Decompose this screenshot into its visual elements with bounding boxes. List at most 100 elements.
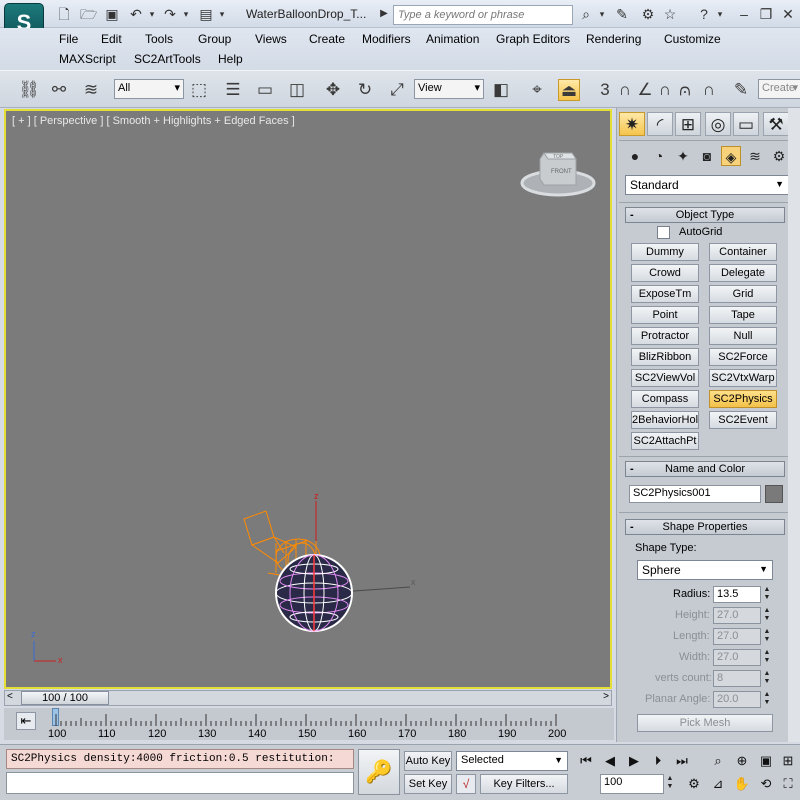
maxscript-mini-listener-output[interactable]: SC2Physics density:4000 friction:0.5 res… (6, 749, 354, 769)
menu-maxscript[interactable]: MAXScript (59, 52, 116, 66)
time-slider-prev-icon[interactable]: < (7, 691, 13, 702)
search-input[interactable]: Type a keyword or phrase (393, 5, 573, 25)
help-icon[interactable]: ? (696, 6, 712, 22)
percent-snap-magnet-icon[interactable]: ∩ (654, 79, 676, 101)
restore-icon[interactable]: ❐ (758, 6, 774, 22)
width-spinner[interactable]: 27.0 (713, 649, 761, 666)
zoom-icon[interactable]: ⌕ (708, 751, 728, 771)
unlink-icon[interactable]: ⚯ (48, 79, 70, 101)
pivot-center-icon[interactable]: ◧ (490, 79, 512, 101)
menu-views[interactable]: Views (255, 32, 287, 46)
zoom-all-icon[interactable]: ⊕ (732, 751, 752, 771)
maximize-viewport-icon[interactable]: ⛶ (778, 774, 798, 794)
pick-mesh-button[interactable]: Pick Mesh (637, 714, 773, 732)
undo-dropdown-icon[interactable]: ▾ (148, 6, 156, 22)
help-dropdown-icon[interactable]: ▾ (716, 6, 724, 22)
create-selection-set-input[interactable]: Create (758, 79, 800, 99)
menu-create[interactable]: Create (309, 32, 345, 46)
menu-modifiers[interactable]: Modifiers (362, 32, 411, 46)
minimize-icon[interactable]: – (736, 6, 752, 22)
new-file-icon[interactable]: 🗋 (56, 6, 72, 22)
binoculars-icon[interactable]: ⌕ (578, 6, 594, 22)
motion-tab-icon[interactable]: ◎ (705, 112, 731, 136)
frame-spinner-arrows-icon[interactable]: ▲ ▼ (665, 775, 675, 792)
set-keys-key-icon[interactable]: 🔑 (358, 749, 400, 795)
zoom-extents-all-icon[interactable]: ⊞ (778, 751, 798, 771)
geometry-icon[interactable]: ● (625, 146, 645, 166)
field-of-view-icon[interactable]: ⊿ (708, 774, 728, 794)
percent-snap-icon[interactable]: ∠ (634, 79, 656, 101)
scale-icon[interactable]: ⤢ (386, 79, 408, 101)
delegate-button[interactable]: Delegate (709, 264, 777, 282)
project-folder-icon[interactable]: ▤ (198, 6, 214, 22)
cameras-icon[interactable]: ◙ (697, 146, 717, 166)
utilities-tab-icon[interactable]: ⚒ (763, 112, 789, 136)
save-icon[interactable]: ▣ (104, 6, 120, 22)
open-folder-icon[interactable]: 🗁 (80, 6, 97, 22)
point-button[interactable]: Point (631, 306, 699, 324)
track-bar[interactable]: ⇤ 100 110 120 130 140 150 160 170 180 19… (4, 708, 614, 740)
sc2event-button[interactable]: SC2Event (709, 411, 777, 429)
select-object-icon[interactable]: ⬚ (188, 79, 210, 101)
shape-type-dropdown[interactable]: Sphere (637, 560, 773, 580)
sc2attachpt-button[interactable]: SC2AttachPt (631, 432, 699, 450)
spinner-snap-icon[interactable]: ⩀ (674, 79, 696, 101)
bind-space-warp-icon[interactable]: ≋ (80, 79, 102, 101)
modify-tab-icon[interactable]: ◜ (647, 112, 673, 136)
zoom-extents-icon[interactable]: ▣ (756, 751, 776, 771)
project-dropdown-icon[interactable]: ▾ (218, 6, 226, 22)
height-spinner[interactable]: 27.0 (713, 607, 761, 624)
object-type-rollout-header[interactable]: - Object Type (625, 207, 785, 223)
tape-button[interactable]: Tape (709, 306, 777, 324)
menu-animation[interactable]: Animation (426, 32, 479, 46)
snaps-toggle-icon[interactable]: 3 (594, 79, 616, 101)
select-by-name-icon[interactable]: ☰ (222, 79, 244, 101)
spinner-snap-magnet-icon[interactable]: ∩ (698, 79, 720, 101)
autogrid-checkbox[interactable] (657, 226, 670, 239)
verts-count-spinner-arrows-icon[interactable]: ▲ ▼ (762, 670, 772, 687)
edit-named-selection-icon[interactable]: ✎ (730, 79, 752, 101)
redo-dropdown-icon[interactable]: ▾ (182, 6, 190, 22)
default-in-out-tangents-icon[interactable]: √ (456, 774, 476, 794)
time-slider-thumb[interactable]: 100 / 100 (21, 691, 109, 705)
communication-center-icon[interactable]: ⚙ (640, 6, 656, 22)
go-to-start-icon[interactable]: ⏮ (576, 751, 596, 771)
command-panel-scrollbar[interactable] (788, 108, 800, 742)
go-to-end-icon[interactable]: ⏭ (672, 751, 692, 771)
display-tab-icon[interactable]: ▭ (733, 112, 759, 136)
menu-file[interactable]: File (59, 32, 78, 46)
create-tab-icon[interactable]: ✷ (619, 112, 645, 136)
length-spinner[interactable]: 27.0 (713, 628, 761, 645)
name-and-color-rollout-header[interactable]: - Name and Color (625, 461, 785, 477)
object-name-input[interactable]: SC2Physics001 (629, 485, 761, 503)
sc2force-button[interactable]: SC2Force (709, 348, 777, 366)
menu-rendering[interactable]: Rendering (586, 32, 641, 46)
time-configuration-icon[interactable]: ⚙ (684, 774, 704, 794)
close-icon[interactable]: ✕ (780, 6, 796, 22)
set-key-button[interactable]: Set Key (404, 774, 452, 794)
auto-key-button[interactable]: Auto Key (404, 751, 452, 771)
shapes-icon[interactable]: ◔ (649, 146, 669, 166)
height-spinner-arrows-icon[interactable]: ▲ ▼ (762, 607, 772, 624)
undo-icon[interactable]: ↶ (128, 6, 144, 22)
space-warps-icon[interactable]: ≋ (745, 146, 765, 166)
verts-count-spinner[interactable]: 8 (713, 670, 761, 687)
next-frame-icon[interactable]: ⏵ (648, 751, 668, 771)
keyboard-shortcut-override-icon[interactable]: ⏏ (558, 79, 580, 101)
helpers-icon[interactable]: ◈ (721, 146, 741, 166)
width-spinner-arrows-icon[interactable]: ▲ ▼ (762, 649, 772, 666)
selection-filter-dropdown[interactable]: All (114, 79, 184, 99)
time-slider[interactable]: < 100 / 100 > (4, 690, 612, 706)
planar-angle-spinner[interactable]: 20.0 (713, 691, 761, 708)
menu-help[interactable]: Help (218, 52, 243, 66)
window-crossing-icon[interactable]: ◫ (286, 79, 308, 101)
systems-icon[interactable]: ⚙ (769, 146, 789, 166)
current-frame-input[interactable]: 100 (600, 774, 664, 794)
grid-button[interactable]: Grid (709, 285, 777, 303)
pan-view-icon[interactable]: ✋ (732, 774, 752, 794)
lights-icon[interactable]: ✦ (673, 146, 693, 166)
null-button[interactable]: Null (709, 327, 777, 345)
menu-customize[interactable]: Customize (664, 32, 721, 46)
dummy-button[interactable]: Dummy (631, 243, 699, 261)
container-button[interactable]: Container (709, 243, 777, 261)
